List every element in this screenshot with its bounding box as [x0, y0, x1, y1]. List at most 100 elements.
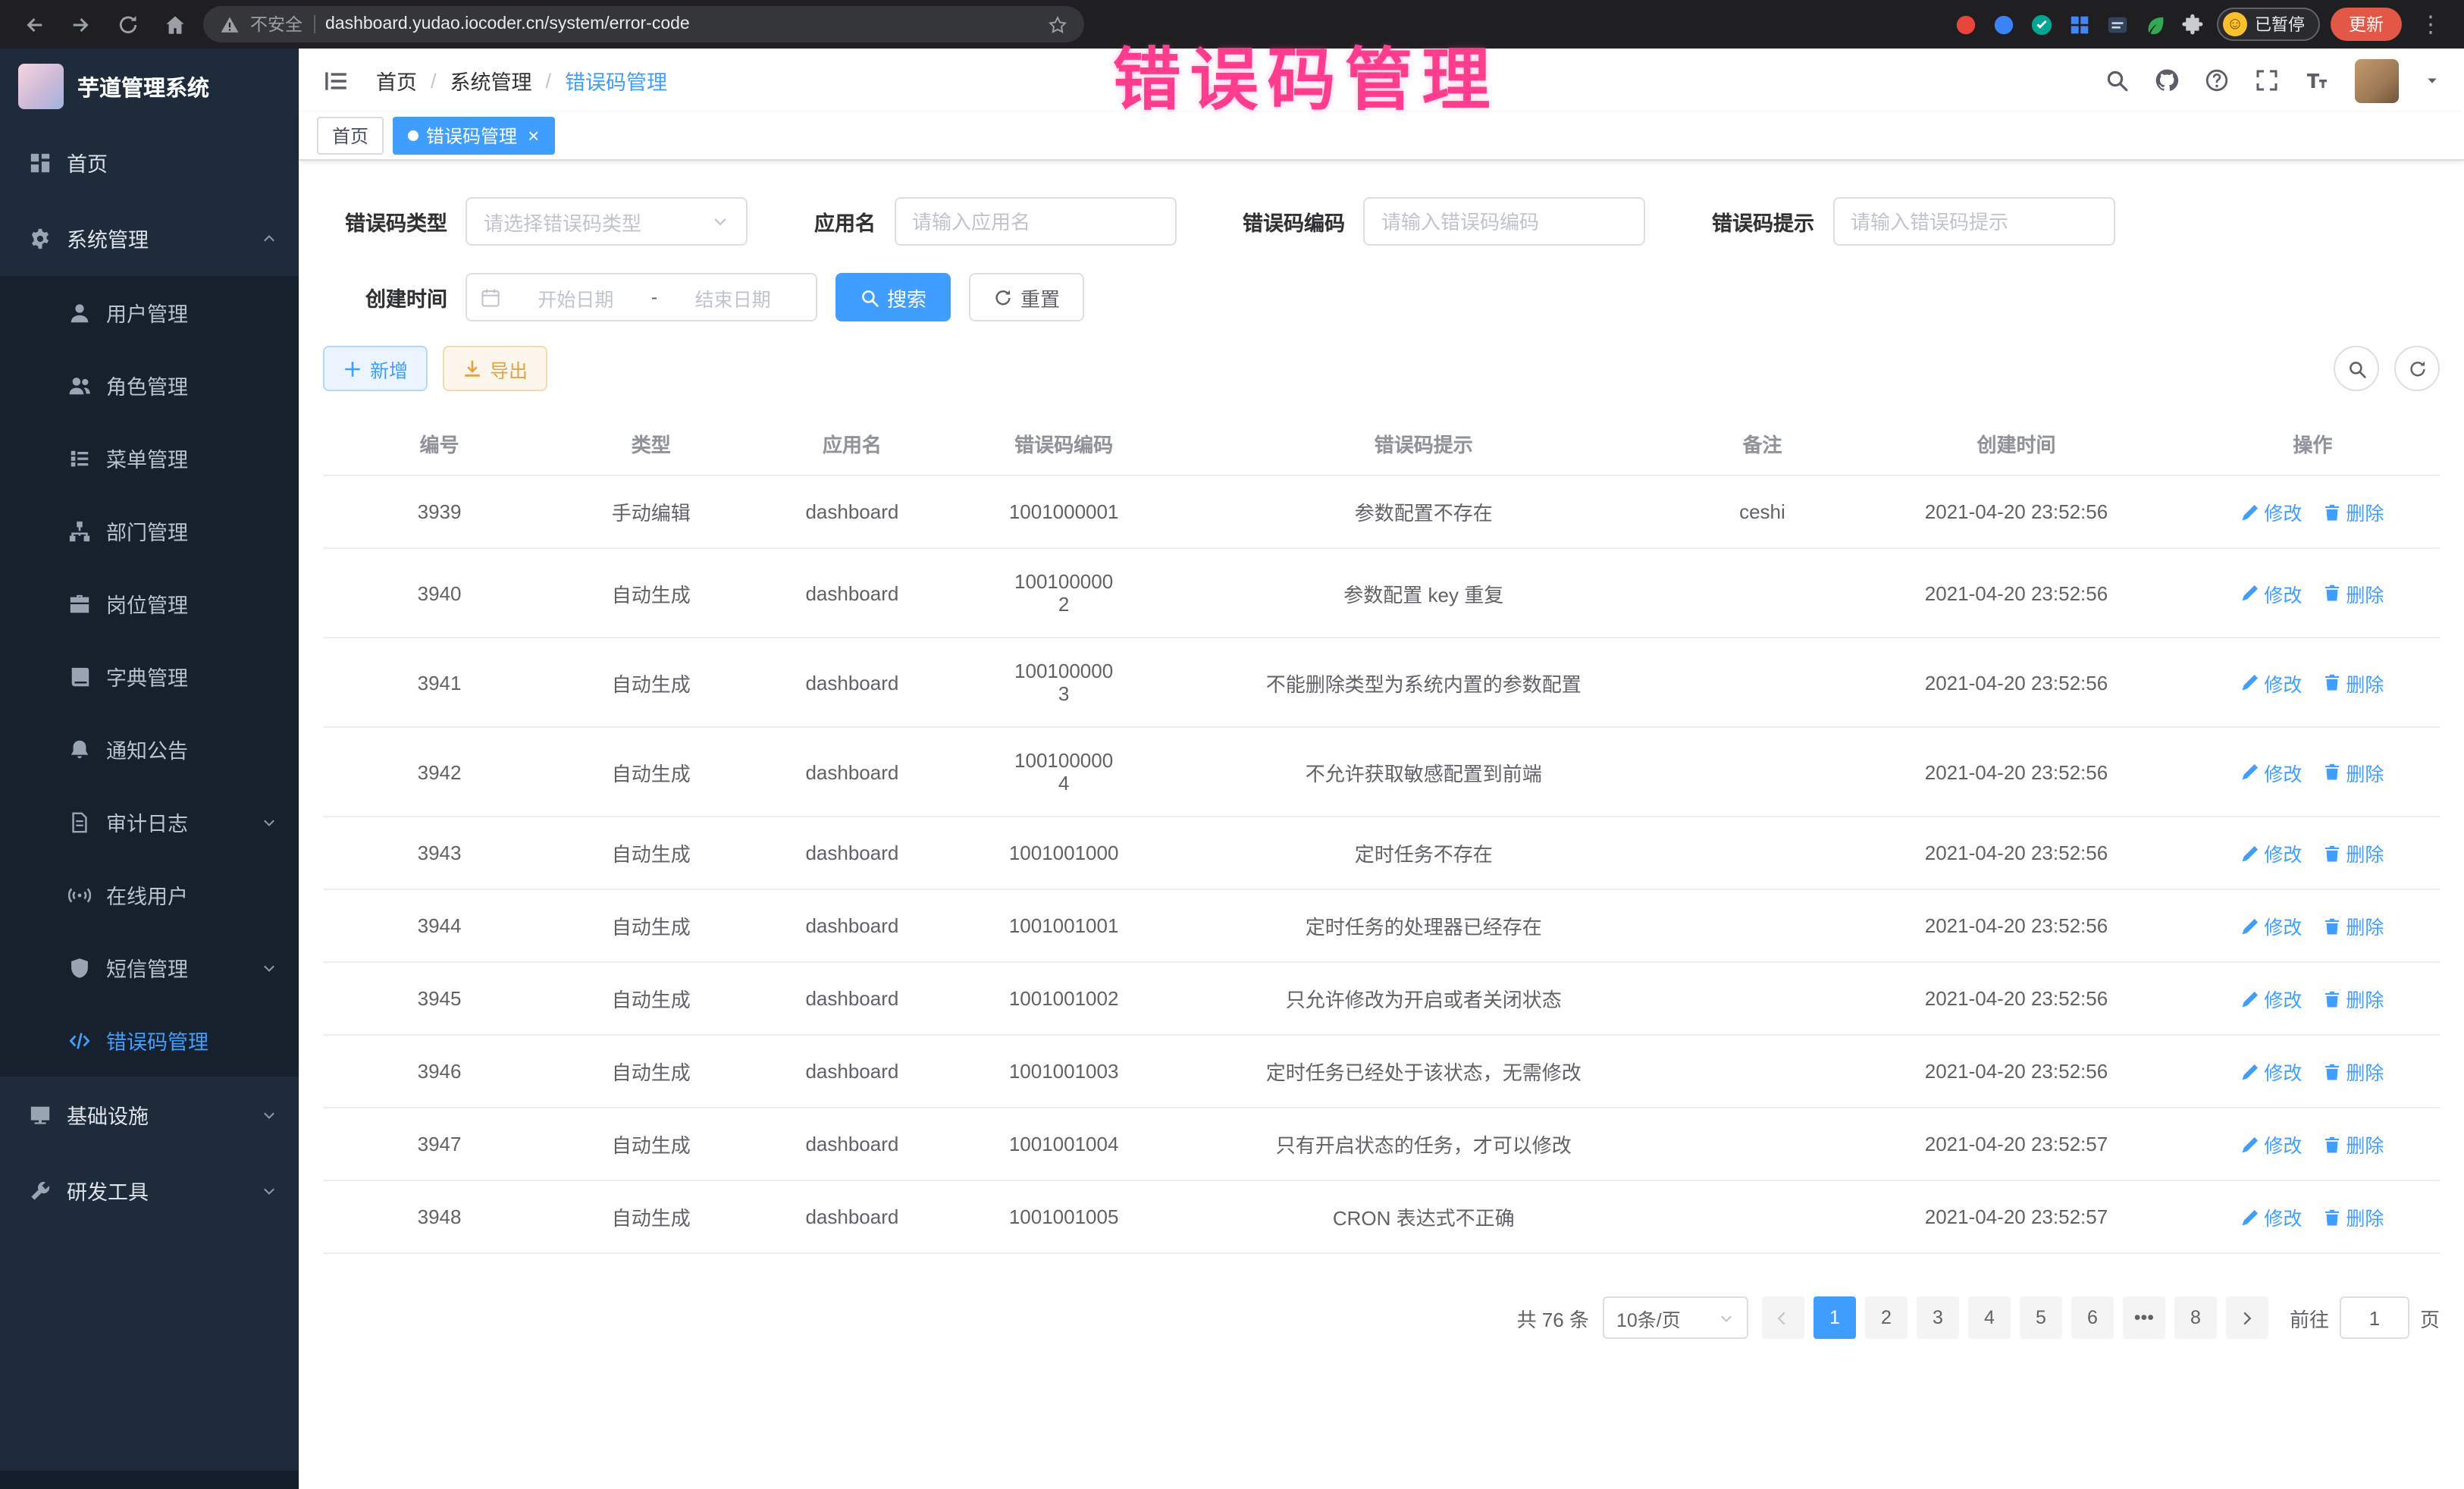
- reset-button[interactable]: 重置: [969, 273, 1084, 321]
- sidebar-item-1[interactable]: 系统管理: [0, 200, 299, 276]
- tab-0[interactable]: 首页: [317, 117, 384, 155]
- forward-button[interactable]: [62, 6, 99, 42]
- delete-button[interactable]: 删除: [2323, 497, 2384, 526]
- sidebar-item-14[interactable]: 研发工具: [0, 1152, 299, 1228]
- page-button-4[interactable]: 4: [1968, 1296, 2011, 1339]
- sidebar-item-6[interactable]: 岗位管理: [0, 567, 299, 640]
- breadcrumb-item-2: 错误码管理: [565, 65, 667, 96]
- edit-label: 修改: [2264, 839, 2302, 867]
- sidebar-item-2[interactable]: 用户管理: [0, 276, 299, 349]
- page-button-6[interactable]: 6: [2071, 1296, 2114, 1339]
- sidebar-item-7[interactable]: 字典管理: [0, 640, 299, 713]
- app-logo[interactable]: 芋道管理系统: [0, 49, 299, 124]
- delete-button[interactable]: 删除: [2323, 1202, 2384, 1231]
- user-avatar[interactable]: [2355, 58, 2399, 102]
- caret-down-icon[interactable]: [2425, 73, 2440, 88]
- back-button[interactable]: [15, 6, 52, 42]
- font-size-icon[interactable]: [2305, 68, 2329, 92]
- breadcrumb-item-1[interactable]: 系统管理: [450, 65, 532, 96]
- delete-button[interactable]: 删除: [2323, 1057, 2384, 1086]
- filter-app-name: 应用名: [814, 197, 1176, 246]
- sidebar-item-3[interactable]: 角色管理: [0, 349, 299, 422]
- close-icon[interactable]: ×: [528, 126, 539, 146]
- page-button-2[interactable]: 2: [1865, 1296, 1908, 1339]
- delete-button[interactable]: 删除: [2323, 1130, 2384, 1158]
- sidebar-item-5[interactable]: 部门管理: [0, 494, 299, 567]
- error-hint-input[interactable]: [1851, 210, 2096, 233]
- download-icon: [462, 359, 482, 378]
- sidebar-item-8[interactable]: 通知公告: [0, 713, 299, 785]
- search-button[interactable]: 搜索: [835, 273, 951, 321]
- edit-button[interactable]: 修改: [2241, 578, 2302, 607]
- sidebar-item-12[interactable]: 错误码管理: [0, 1004, 299, 1077]
- bookmark-star-button[interactable]: [1048, 14, 1067, 34]
- breadcrumb-item-0[interactable]: 首页: [376, 65, 417, 96]
- delete-button[interactable]: 删除: [2323, 578, 2384, 607]
- more-pages-button[interactable]: •••: [2123, 1296, 2165, 1339]
- blue-dot-extension-icon[interactable]: [1991, 11, 2017, 37]
- edit-button[interactable]: 修改: [2241, 668, 2302, 697]
- refresh-table-button[interactable]: [2394, 346, 2440, 391]
- delete-button[interactable]: 删除: [2323, 911, 2384, 940]
- address-bar[interactable]: 不安全 dashboard.yudao.iocoder.cn/system/er…: [203, 6, 1084, 42]
- search-icon[interactable]: [2105, 68, 2129, 92]
- reload-button[interactable]: [109, 6, 146, 42]
- collapse-sidebar-button[interactable]: [323, 67, 349, 93]
- profile-paused-badge[interactable]: ☺ 已暂停: [2217, 8, 2320, 41]
- sidebar-item-13[interactable]: 基础设施: [0, 1077, 299, 1152]
- edit-button[interactable]: 修改: [2241, 1202, 2302, 1231]
- page-button-5[interactable]: 5: [2020, 1296, 2062, 1339]
- delete-button[interactable]: 删除: [2323, 668, 2384, 697]
- error-code-input[interactable]: [1381, 210, 1627, 233]
- edit-button[interactable]: 修改: [2241, 1130, 2302, 1158]
- delete-button[interactable]: 删除: [2323, 984, 2384, 1013]
- teal-check-extension-icon[interactable]: [2029, 11, 2055, 37]
- fullscreen-icon[interactable]: [2255, 68, 2279, 92]
- sidebar-item-4[interactable]: 菜单管理: [0, 422, 299, 494]
- next-page-button[interactable]: [2226, 1296, 2268, 1339]
- edit-button[interactable]: 修改: [2241, 497, 2302, 526]
- goto-page-input[interactable]: [2340, 1296, 2409, 1339]
- delete-button[interactable]: 删除: [2323, 757, 2384, 786]
- delete-label: 删除: [2346, 1057, 2384, 1086]
- prev-page-button[interactable]: [1762, 1296, 1804, 1339]
- page-button-8[interactable]: 8: [2174, 1296, 2217, 1339]
- grid-extension-icon[interactable]: [2067, 11, 2093, 37]
- sidebar-collapse-bar[interactable]: [0, 1471, 299, 1489]
- tab-1[interactable]: 错误码管理×: [393, 117, 554, 155]
- sidebar-item-10[interactable]: 在线用户: [0, 858, 299, 931]
- leaf-extension-icon[interactable]: [2143, 11, 2168, 37]
- help-icon[interactable]: [2205, 68, 2229, 92]
- dark-badge-extension-icon[interactable]: [2105, 11, 2130, 37]
- sidebar-item-label: 研发工具: [67, 1175, 149, 1205]
- page-button-3[interactable]: 3: [1917, 1296, 1959, 1339]
- page-button-1[interactable]: 1: [1814, 1296, 1856, 1339]
- export-button[interactable]: 导出: [443, 346, 547, 391]
- browser-menu-button[interactable]: ⋮: [2412, 6, 2449, 42]
- edit-button[interactable]: 修改: [2241, 984, 2302, 1013]
- sidebar-item-0[interactable]: 首页: [0, 124, 299, 200]
- page-size-select[interactable]: 10条/页: [1603, 1296, 1748, 1339]
- edit-button[interactable]: 修改: [2241, 757, 2302, 786]
- toggle-search-button[interactable]: [2334, 346, 2379, 391]
- github-icon[interactable]: [2155, 68, 2179, 92]
- edit-button[interactable]: 修改: [2241, 1057, 2302, 1086]
- edit-icon: [2241, 673, 2259, 691]
- sidebar-item-9[interactable]: 审计日志: [0, 785, 299, 858]
- red-dot-extension-icon[interactable]: [1953, 11, 1979, 37]
- puzzle-extension-icon[interactable]: [2180, 11, 2206, 37]
- create-time-range-picker[interactable]: 开始日期 - 结束日期: [466, 273, 817, 321]
- edit-button[interactable]: 修改: [2241, 839, 2302, 867]
- tab-label: 首页: [332, 123, 368, 149]
- add-button[interactable]: 新增: [323, 346, 428, 391]
- edit-button[interactable]: 修改: [2241, 911, 2302, 940]
- app-name-input[interactable]: [912, 210, 1158, 233]
- cell-ops: 修改删除: [2186, 727, 2440, 817]
- error-type-select[interactable]: 请选择错误码类型: [466, 197, 748, 246]
- delete-button[interactable]: 删除: [2323, 839, 2384, 867]
- sidebar-item-11[interactable]: 短信管理: [0, 931, 299, 1004]
- update-button[interactable]: 更新: [2331, 8, 2402, 41]
- home-button[interactable]: [156, 6, 193, 42]
- logo-avatar: [18, 64, 64, 109]
- cell-remark: [1678, 548, 1847, 638]
